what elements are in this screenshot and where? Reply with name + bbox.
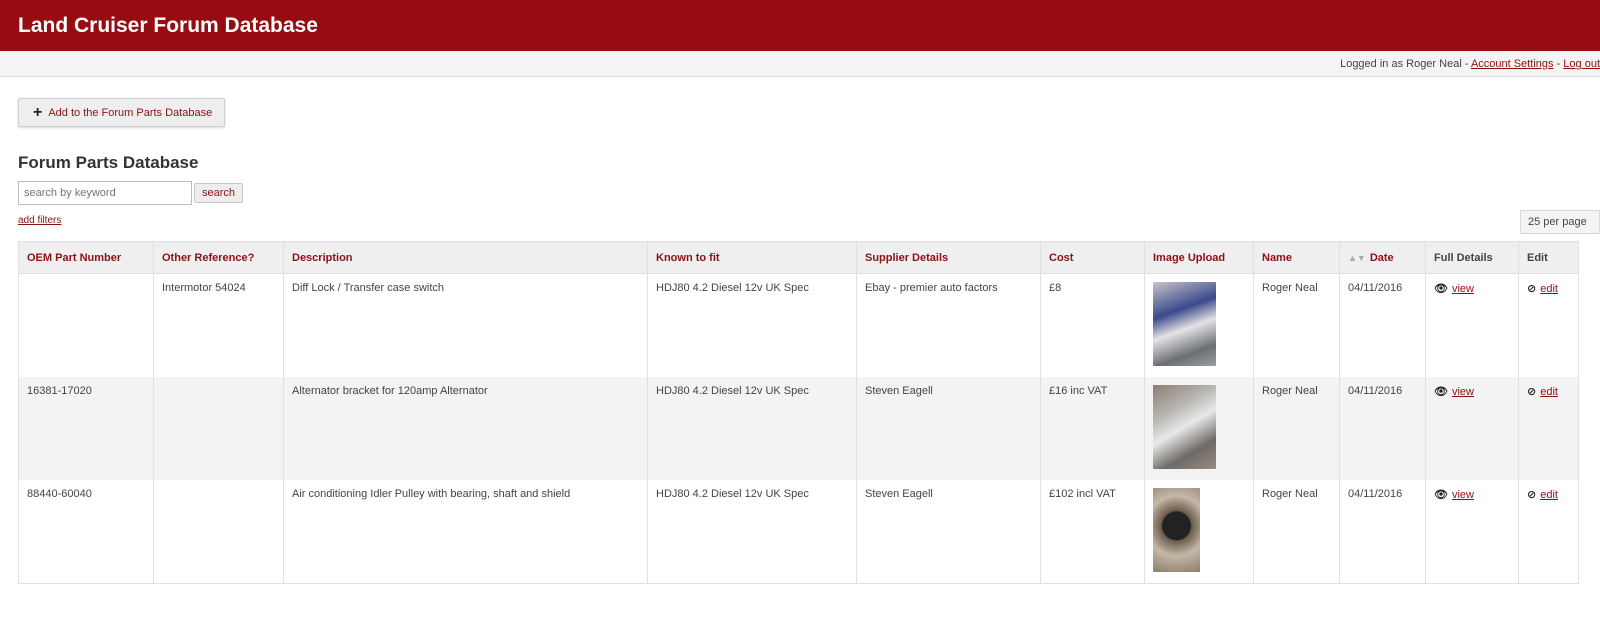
cell-full-details: 👁 view: [1425, 480, 1519, 584]
part-thumbnail[interactable]: [1153, 385, 1216, 469]
app-title: Land Cruiser Forum Database: [18, 13, 318, 37]
edit-link[interactable]: edit: [1540, 386, 1558, 398]
logged-in-text: Logged in as Roger Neal -: [1340, 58, 1471, 70]
cell-name: Roger Neal: [1253, 480, 1340, 584]
view-link[interactable]: view: [1452, 489, 1474, 501]
ban-icon: ⊘: [1527, 386, 1537, 398]
col-header-known-to-fit[interactable]: Known to fit: [647, 241, 857, 274]
cell-cost: £8: [1040, 273, 1145, 377]
cell-cost: £102 incl VAT: [1040, 480, 1145, 584]
logout-link[interactable]: Log out: [1563, 58, 1600, 70]
add-filters-link[interactable]: add filters: [18, 215, 61, 226]
table-row: 88440-60040 Air conditioning Idler Pulle…: [18, 480, 1579, 584]
col-header-full-details: Full Details: [1425, 241, 1519, 274]
cell-full-details: 👁 view: [1425, 273, 1519, 377]
col-header-other-ref[interactable]: Other Reference?: [153, 241, 284, 274]
cell-oem: [18, 273, 154, 377]
table-row: Intermotor 54024 Diff Lock / Transfer ca…: [18, 273, 1579, 377]
cell-edit: ⊘ edit: [1518, 273, 1579, 377]
col-header-date[interactable]: ▲▼ Date: [1339, 241, 1426, 274]
cell-cost: £16 inc VAT: [1040, 377, 1145, 480]
ban-icon: ⊘: [1527, 283, 1537, 295]
user-bar: Logged in as Roger Neal - Account Settin…: [0, 51, 1600, 77]
cell-date: 04/11/2016: [1339, 377, 1426, 480]
cell-supplier: Steven Eagell: [856, 480, 1041, 584]
col-header-name[interactable]: Name: [1253, 241, 1340, 274]
part-thumbnail[interactable]: [1153, 488, 1200, 572]
view-link[interactable]: view: [1452, 386, 1474, 398]
cell-known-to-fit: HDJ80 4.2 Diesel 12v UK Spec: [647, 377, 857, 480]
eye-icon: 👁: [1434, 283, 1448, 295]
cell-supplier: Steven Eagell: [856, 377, 1041, 480]
userbar-separator: -: [1553, 58, 1564, 70]
cell-supplier: Ebay - premier auto factors: [856, 273, 1041, 377]
search-input[interactable]: [18, 181, 192, 205]
sort-icon: ▲▼: [1348, 252, 1366, 263]
cell-known-to-fit: HDJ80 4.2 Diesel 12v UK Spec: [647, 480, 857, 584]
app-header: Land Cruiser Forum Database: [0, 0, 1600, 51]
table-row: 16381-17020 Alternator bracket for 120am…: [18, 377, 1579, 480]
view-link[interactable]: view: [1452, 283, 1474, 295]
col-header-image[interactable]: Image Upload: [1144, 241, 1254, 274]
cell-oem: 88440-60040: [18, 480, 154, 584]
table-header-row: OEM Part Number Other Reference? Descrip…: [18, 241, 1579, 274]
eye-icon: 👁: [1434, 489, 1448, 501]
edit-link[interactable]: edit: [1540, 283, 1558, 295]
account-settings-link[interactable]: Account Settings: [1471, 58, 1554, 70]
col-header-cost[interactable]: Cost: [1040, 241, 1145, 274]
plus-icon: +: [33, 103, 43, 121]
col-header-edit: Edit: [1518, 241, 1579, 274]
cell-edit: ⊘ edit: [1518, 480, 1579, 584]
cell-oem: 16381-17020: [18, 377, 154, 480]
cell-image: [1144, 480, 1254, 584]
parts-table: OEM Part Number Other Reference? Descrip…: [18, 241, 1579, 584]
cell-image: [1144, 273, 1254, 377]
page-title: Forum Parts Database: [18, 153, 199, 172]
cell-description: Diff Lock / Transfer case switch: [283, 273, 648, 377]
add-part-button[interactable]: + Add to the Forum Parts Database: [18, 98, 225, 127]
cell-date: 04/11/2016: [1339, 273, 1426, 377]
col-header-oem[interactable]: OEM Part Number: [18, 241, 154, 274]
per-page-select[interactable]: 25 per page: [1520, 210, 1600, 234]
eye-icon: 👁: [1434, 386, 1448, 398]
cell-name: Roger Neal: [1253, 377, 1340, 480]
cell-other-ref: [153, 480, 284, 584]
ban-icon: ⊘: [1527, 489, 1537, 501]
cell-other-ref: Intermotor 54024: [153, 273, 284, 377]
part-thumbnail[interactable]: [1153, 282, 1216, 366]
col-header-description[interactable]: Description: [283, 241, 648, 274]
cell-description: Alternator bracket for 120amp Alternator: [283, 377, 648, 480]
cell-description: Air conditioning Idler Pulley with beari…: [283, 480, 648, 584]
search-button[interactable]: search: [194, 183, 243, 203]
cell-image: [1144, 377, 1254, 480]
cell-full-details: 👁 view: [1425, 377, 1519, 480]
col-header-date-label: Date: [1369, 251, 1394, 264]
add-part-label: Add to the Forum Parts Database: [48, 106, 213, 119]
col-header-supplier[interactable]: Supplier Details: [856, 241, 1041, 274]
edit-link[interactable]: edit: [1540, 489, 1558, 501]
cell-name: Roger Neal: [1253, 273, 1340, 377]
cell-edit: ⊘ edit: [1518, 377, 1579, 480]
cell-other-ref: [153, 377, 284, 480]
cell-known-to-fit: HDJ80 4.2 Diesel 12v UK Spec: [647, 273, 857, 377]
cell-date: 04/11/2016: [1339, 480, 1426, 584]
